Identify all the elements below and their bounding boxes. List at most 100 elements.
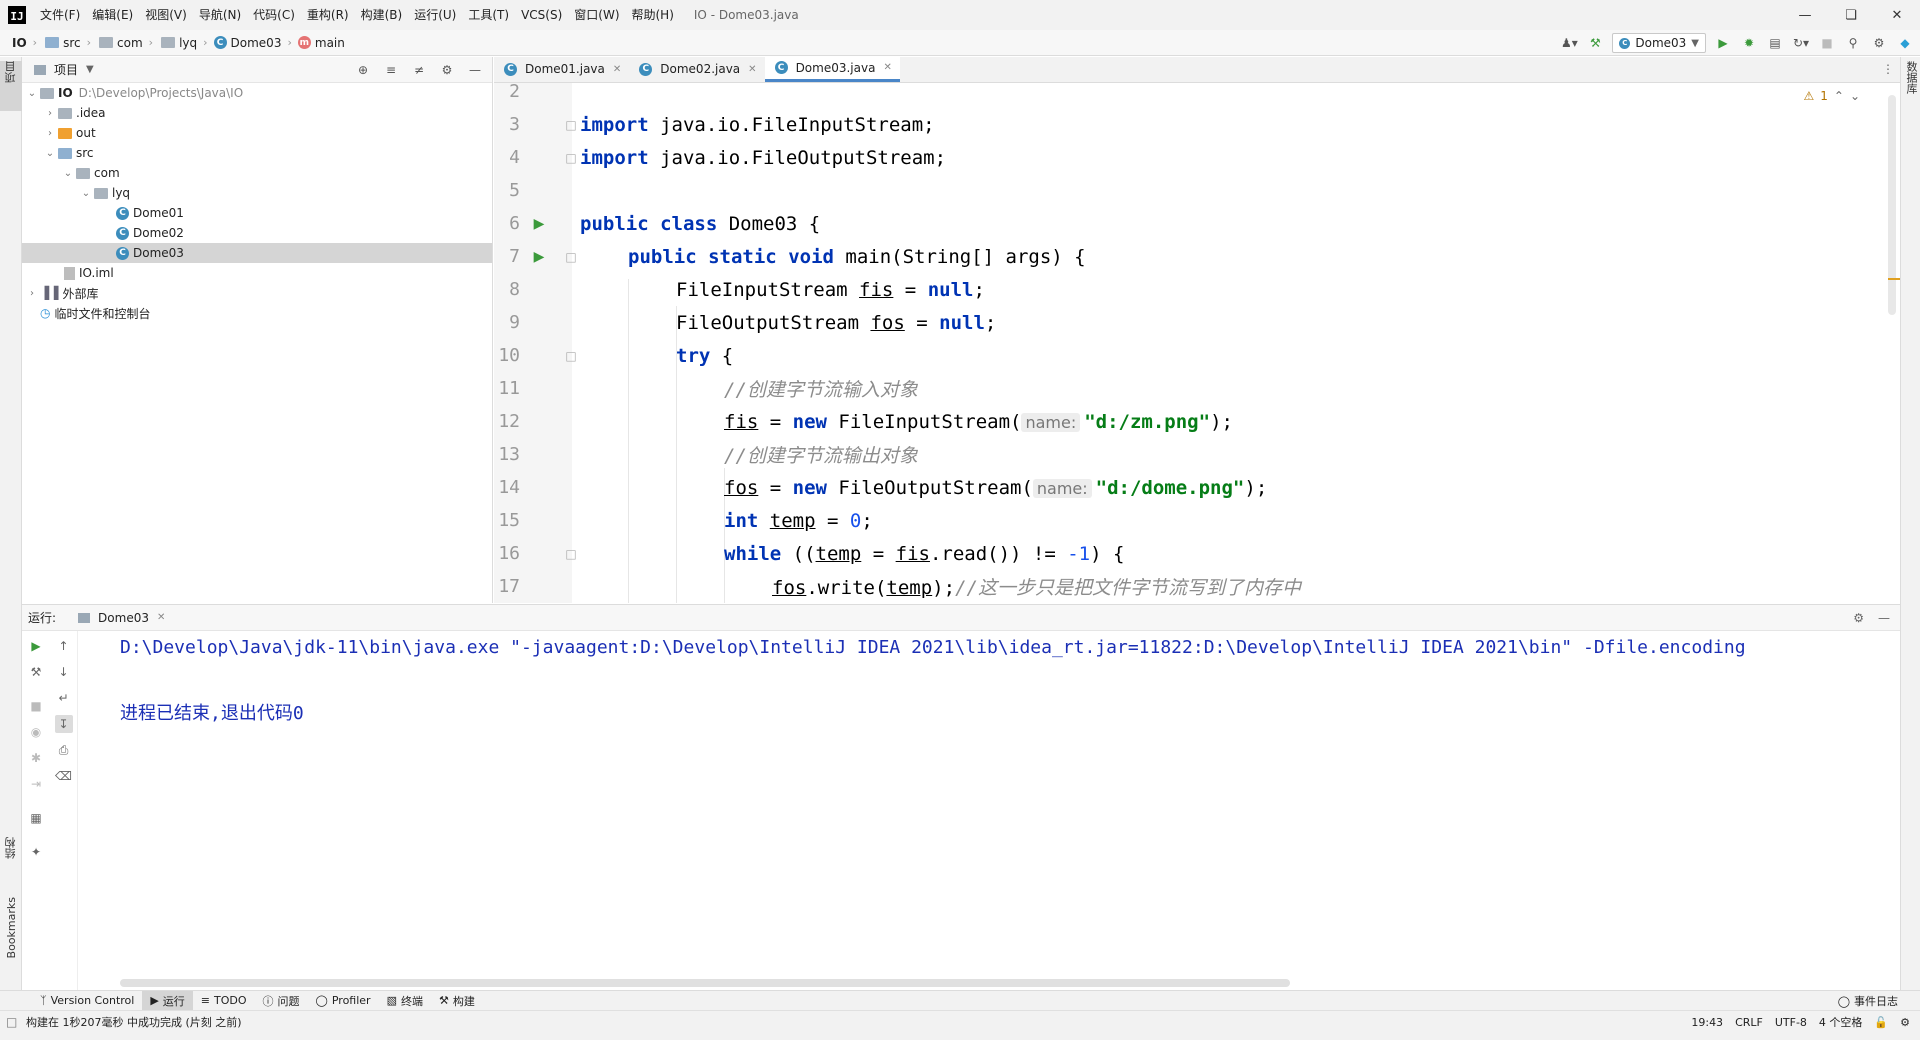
- pin-icon[interactable]: ✦: [27, 843, 45, 861]
- tree-item-out[interactable]: › out: [22, 123, 492, 143]
- breadcrumb-project[interactable]: IO: [8, 36, 31, 50]
- chevron-down-icon[interactable]: ⌄: [26, 88, 38, 99]
- gear-icon[interactable]: ⚙: [1853, 611, 1864, 625]
- tree-item-iml[interactable]: IO.iml: [22, 263, 492, 283]
- gear-icon[interactable]: ⚙: [438, 61, 456, 79]
- locate-icon[interactable]: ⊕: [354, 61, 372, 79]
- inspection-widget[interactable]: ⚠ 1 ⌃ ⌄: [1803, 89, 1860, 103]
- file-encoding[interactable]: UTF-8: [1775, 1016, 1807, 1029]
- chevron-right-icon[interactable]: ›: [44, 108, 56, 119]
- project-panel-title[interactable]: 项目: [54, 61, 78, 78]
- collapse-all-icon[interactable]: ≠: [410, 61, 428, 79]
- version-control-button[interactable]: ᛉ Version Control: [32, 991, 142, 1011]
- tree-item-dome02[interactable]: C Dome02: [22, 223, 492, 243]
- tree-item-dome03[interactable]: C Dome03: [22, 243, 492, 263]
- tree-item-root[interactable]: ⌄ IO D:\Develop\Projects\Java\IO: [22, 83, 492, 103]
- chevron-down-icon[interactable]: ⌄: [1850, 89, 1860, 103]
- rerun-icon[interactable]: ▶: [27, 637, 45, 655]
- breadcrumb-class[interactable]: C Dome03: [210, 36, 286, 50]
- tab-dome03[interactable]: C Dome03.java ✕: [764, 56, 900, 82]
- debug-icon[interactable]: ✹: [1740, 34, 1758, 52]
- run-gutter-icon[interactable]: ▶: [532, 249, 546, 265]
- tree-item-external-libs[interactable]: › ▐▐ 外部库: [22, 283, 492, 303]
- chevron-down-icon[interactable]: ⌄: [44, 148, 56, 159]
- caret-position[interactable]: 19:43: [1691, 1016, 1723, 1029]
- user-icon[interactable]: ♟▾: [1560, 34, 1578, 52]
- breadcrumb-com[interactable]: com: [93, 36, 147, 50]
- run-tool-button[interactable]: ▶ 运行: [142, 990, 193, 1011]
- more-options-icon[interactable]: ⋮: [1882, 62, 1894, 76]
- close-icon[interactable]: ✕: [748, 64, 756, 75]
- menu-window[interactable]: 窗口(W): [568, 0, 625, 30]
- arrow-up-icon[interactable]: ↑: [55, 637, 73, 655]
- line-separator[interactable]: CRLF: [1735, 1016, 1763, 1029]
- project-tool-button[interactable]: 项目: [0, 61, 22, 111]
- tool-window-toggle-icon[interactable]: □: [6, 1015, 17, 1029]
- editor-scrollbar[interactable]: [1888, 95, 1896, 315]
- status-message[interactable]: 构建在 1秒207毫秒 中成功完成 (片刻 之前): [26, 1014, 242, 1030]
- menu-file[interactable]: 文件(F): [34, 0, 86, 30]
- bookmarks-tool-button[interactable]: Bookmarks: [0, 897, 22, 997]
- minimize-button[interactable]: —: [1782, 0, 1828, 30]
- console-output[interactable]: D:\Develop\Java\jdk-11\bin\java.exe "-ja…: [96, 631, 1896, 971]
- code-editor[interactable]: 2 3 □ import java.io.FileInputStream; 4 …: [494, 83, 1900, 603]
- print-icon[interactable]: ⎙: [55, 741, 73, 759]
- breadcrumb-method[interactable]: m main: [294, 36, 349, 50]
- breadcrumb-src[interactable]: src: [39, 36, 85, 50]
- event-log-button[interactable]: ◯ 事件日志: [1838, 991, 1898, 1011]
- stop-icon[interactable]: ■: [1818, 34, 1836, 52]
- menu-navigate[interactable]: 导航(N): [193, 0, 247, 30]
- close-icon[interactable]: ✕: [613, 64, 621, 75]
- tree-item-dome01[interactable]: C Dome01: [22, 203, 492, 223]
- hide-icon[interactable]: —: [1878, 611, 1890, 625]
- fold-icon[interactable]: □: [564, 349, 578, 363]
- build-hammer-icon[interactable]: ⚒: [1586, 34, 1604, 52]
- camera-icon[interactable]: ◉: [27, 723, 45, 741]
- menu-help[interactable]: 帮助(H): [626, 0, 680, 30]
- warning-stripe-marker[interactable]: [1888, 278, 1900, 280]
- thread-dump-icon[interactable]: ✱: [27, 749, 45, 767]
- soft-wrap-icon[interactable]: ↵: [55, 689, 73, 707]
- menu-run[interactable]: 运行(U): [408, 0, 462, 30]
- profiler-button[interactable]: ◯ Profiler: [308, 991, 379, 1011]
- wrench-icon[interactable]: ⚒: [27, 663, 45, 681]
- arrow-down-icon[interactable]: ↓: [55, 663, 73, 681]
- menu-vcs[interactable]: VCS(S): [515, 0, 568, 30]
- search-icon[interactable]: ⚲: [1844, 34, 1862, 52]
- close-icon[interactable]: ✕: [883, 62, 891, 73]
- tree-item-idea[interactable]: › .idea: [22, 103, 492, 123]
- chevron-right-icon[interactable]: ›: [44, 128, 56, 139]
- build-button[interactable]: ⚒ 构建: [431, 991, 483, 1011]
- tab-dome02[interactable]: C Dome02.java ✕: [629, 56, 764, 82]
- structure-tool-button[interactable]: 结构: [0, 837, 22, 887]
- scroll-to-end-icon[interactable]: ↧: [54, 715, 73, 733]
- close-button[interactable]: ✕: [1874, 0, 1920, 30]
- chevron-down-icon[interactable]: ▼: [86, 64, 94, 75]
- stop-icon[interactable]: ■: [27, 697, 45, 715]
- todo-button[interactable]: ≡ TODO: [193, 991, 255, 1011]
- chevron-up-icon[interactable]: ⌃: [1834, 89, 1844, 103]
- problems-button[interactable]: ⓘ 问题: [255, 991, 308, 1011]
- tree-item-src[interactable]: ⌄ src: [22, 143, 492, 163]
- menu-refactor[interactable]: 重构(R): [301, 0, 355, 30]
- expand-all-icon[interactable]: ≡: [382, 61, 400, 79]
- fold-icon[interactable]: □: [564, 151, 578, 165]
- database-tool-button[interactable]: 数据库: [1901, 61, 1920, 111]
- coverage-icon[interactable]: ▤: [1766, 34, 1784, 52]
- tree-item-com[interactable]: ⌄ com: [22, 163, 492, 183]
- menu-code[interactable]: 代码(C): [247, 0, 301, 30]
- chevron-right-icon[interactable]: ›: [26, 288, 38, 299]
- indent-setting[interactable]: 4 个空格: [1819, 1014, 1863, 1030]
- menu-tools[interactable]: 工具(T): [462, 0, 515, 30]
- layout-icon[interactable]: ▦: [27, 809, 45, 827]
- run-icon[interactable]: ▶: [1714, 34, 1732, 52]
- menu-build[interactable]: 构建(B): [355, 0, 409, 30]
- memory-icon[interactable]: ⚙: [1900, 1016, 1910, 1029]
- exit-icon[interactable]: ⇥: [27, 775, 45, 793]
- hide-icon[interactable]: —: [466, 61, 484, 79]
- lock-icon[interactable]: 🔓: [1874, 1016, 1888, 1029]
- run-configuration-select[interactable]: C Dome03 ▼: [1612, 33, 1706, 53]
- toolbox-icon[interactable]: ◆: [1896, 34, 1914, 52]
- tree-item-scratches[interactable]: ◷ 临时文件和控制台: [22, 303, 492, 323]
- tree-item-lyq[interactable]: ⌄ lyq: [22, 183, 492, 203]
